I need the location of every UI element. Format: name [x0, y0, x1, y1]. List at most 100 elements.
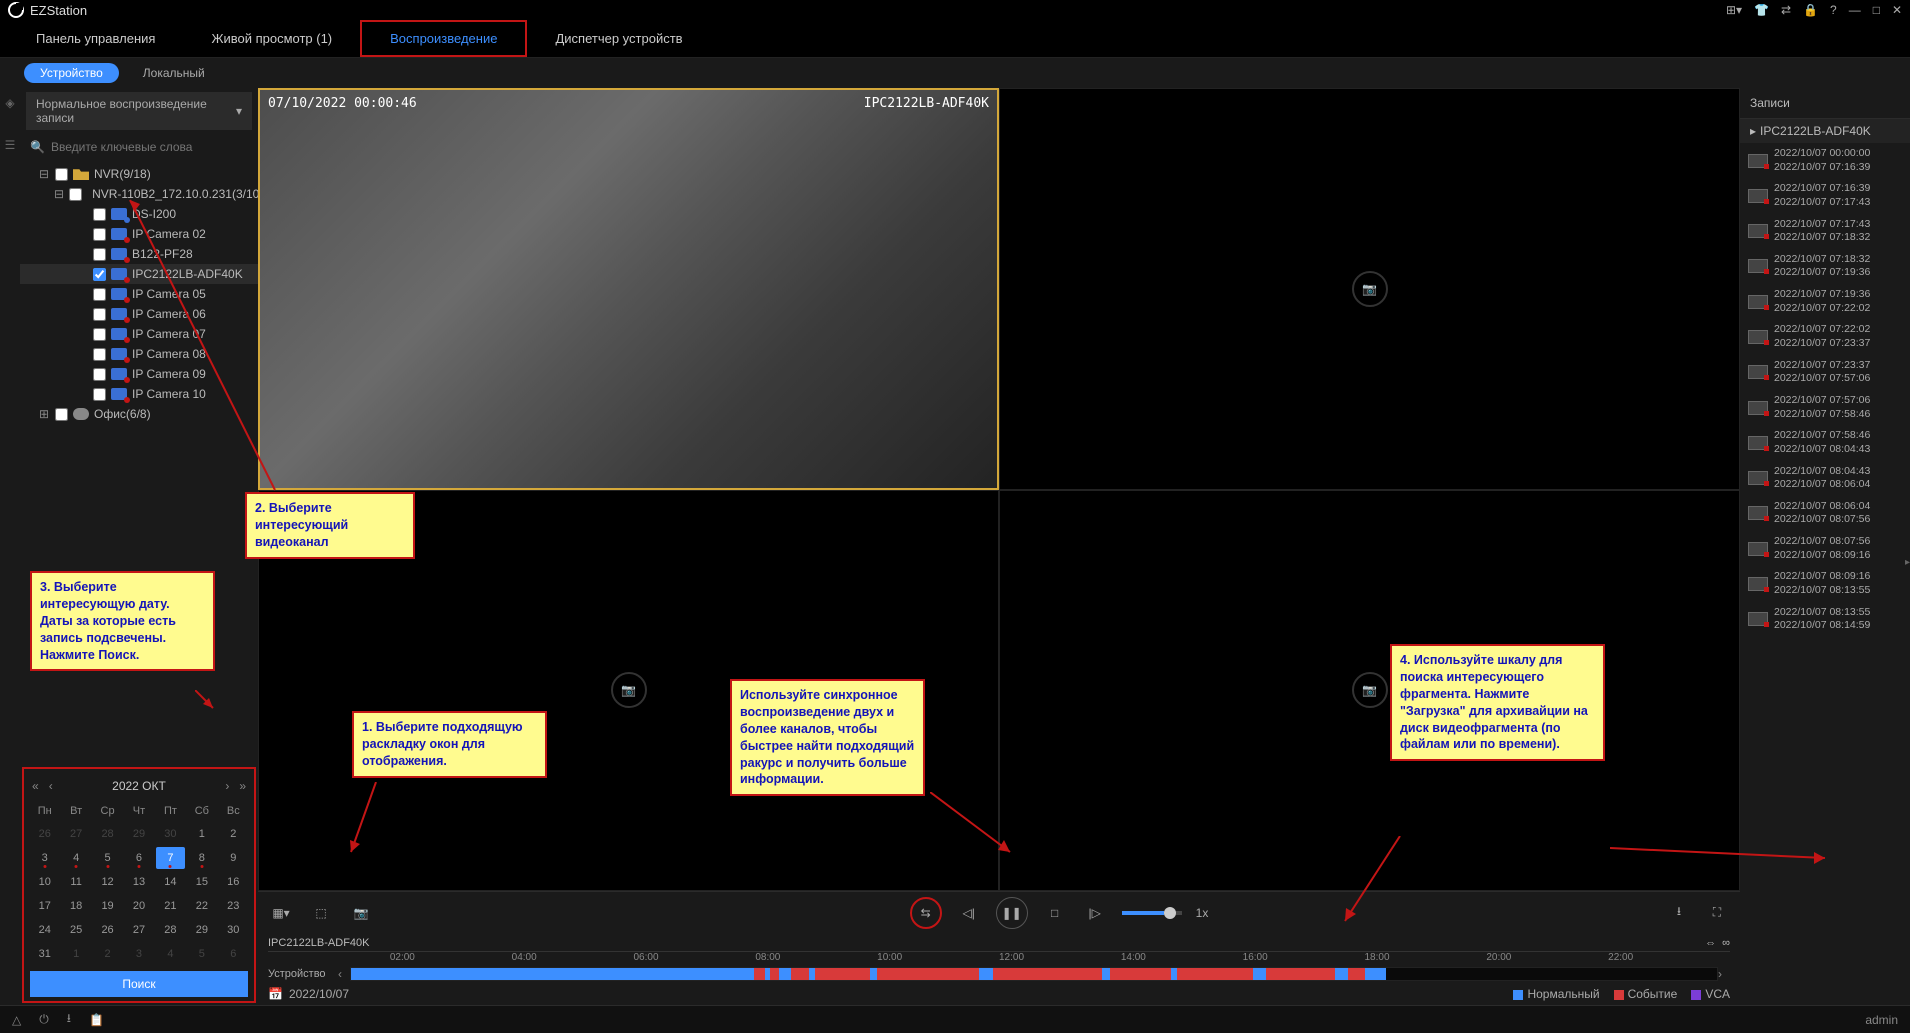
- calendar-day[interactable]: 28: [156, 919, 185, 941]
- calendar-day[interactable]: 24: [30, 919, 59, 941]
- clipboard-icon[interactable]: 📋: [89, 1013, 104, 1027]
- step-back-button[interactable]: ◁|: [956, 900, 982, 926]
- layout-icon[interactable]: ⊞▾: [1726, 3, 1742, 17]
- calendar-day[interactable]: 26: [30, 823, 59, 845]
- expand-icon[interactable]: ⊞: [38, 407, 50, 421]
- calendar-day[interactable]: 1: [61, 943, 90, 965]
- lock-icon[interactable]: 🔒: [1803, 3, 1818, 17]
- step-forward-button[interactable]: |▷: [1082, 900, 1108, 926]
- calendar-day[interactable]: 30: [219, 919, 248, 941]
- record-item[interactable]: 2022/10/07 07:22:022022/10/07 07:23:37: [1740, 319, 1910, 354]
- video-cell-2[interactable]: 📷: [999, 88, 1740, 490]
- tree-checkbox[interactable]: [93, 288, 106, 301]
- sync-playback-button[interactable]: ⇆: [910, 897, 942, 929]
- calendar-day[interactable]: 11: [61, 871, 90, 893]
- power-icon[interactable]: ⏻: [39, 1012, 49, 1027]
- collapse-icon[interactable]: ⊟: [38, 167, 50, 181]
- tab-control-panel[interactable]: Панель управления: [8, 20, 183, 57]
- record-item[interactable]: 2022/10/07 07:58:462022/10/07 08:04:43: [1740, 425, 1910, 460]
- calendar-day[interactable]: 1: [187, 823, 216, 845]
- tree-checkbox[interactable]: [55, 168, 68, 181]
- calendar-day[interactable]: 5: [187, 943, 216, 965]
- cal-next-month-icon[interactable]: ›: [225, 779, 229, 793]
- calendar-day[interactable]: 8: [187, 847, 216, 869]
- record-item[interactable]: 2022/10/07 08:13:552022/10/07 08:14:59: [1740, 602, 1910, 637]
- tree-camera-row[interactable]: IPC2122LB-ADF40K: [20, 264, 258, 284]
- calendar-search-button[interactable]: Поиск: [30, 971, 248, 997]
- search-input[interactable]: [51, 140, 248, 154]
- tree-checkbox[interactable]: [93, 268, 106, 281]
- tree-checkbox[interactable]: [93, 348, 106, 361]
- records-camera-header[interactable]: ▸IPC2122LB-ADF40K: [1740, 119, 1910, 143]
- cal-prev-year-icon[interactable]: «: [32, 779, 39, 793]
- record-item[interactable]: 2022/10/07 08:07:562022/10/07 08:09:16: [1740, 531, 1910, 566]
- playback-mode-dropdown[interactable]: Нормальное воспроизведение записи ▾: [26, 92, 252, 130]
- timeline-date[interactable]: 📅2022/10/07: [268, 987, 349, 1001]
- record-item[interactable]: 2022/10/07 08:09:162022/10/07 08:13:55: [1740, 566, 1910, 601]
- timeline-track[interactable]: [350, 967, 1718, 981]
- calendar-day[interactable]: 7: [156, 847, 185, 869]
- tree-office[interactable]: ⊞ Офис(6/8): [20, 404, 258, 424]
- calendar-day[interactable]: 22: [187, 895, 216, 917]
- calendar-day[interactable]: 30: [156, 823, 185, 845]
- video-cell-4[interactable]: 📷: [999, 490, 1740, 892]
- tree-nvr-device[interactable]: ⊟ NVR-110B2_172.10.0.231(3/10): [20, 184, 258, 204]
- calendar-day[interactable]: 27: [124, 919, 153, 941]
- download-status-icon[interactable]: ⭳: [67, 1009, 71, 1030]
- record-item[interactable]: 2022/10/07 07:57:062022/10/07 07:58:46: [1740, 390, 1910, 425]
- tab-device-manager[interactable]: Диспетчер устройств: [527, 20, 710, 57]
- switch-icon[interactable]: ⇄: [1781, 3, 1791, 17]
- tree-checkbox[interactable]: [93, 208, 106, 221]
- speed-slider[interactable]: [1122, 911, 1182, 915]
- collapse-icon[interactable]: ⊟: [54, 187, 64, 201]
- record-item[interactable]: 2022/10/07 08:06:042022/10/07 08:07:56: [1740, 496, 1910, 531]
- record-item[interactable]: 2022/10/07 00:00:002022/10/07 07:16:39: [1740, 143, 1910, 178]
- tab-playback[interactable]: Воспроизведение: [360, 20, 527, 57]
- tree-checkbox[interactable]: [93, 308, 106, 321]
- tree-checkbox[interactable]: [93, 328, 106, 341]
- timeline-link-icon[interactable]: ⇔: [1705, 937, 1716, 949]
- maximize-icon[interactable]: □: [1873, 3, 1880, 17]
- calendar-day[interactable]: 2: [219, 823, 248, 845]
- calendar-day[interactable]: 17: [30, 895, 59, 917]
- calendar-day[interactable]: 15: [187, 871, 216, 893]
- calendar-day[interactable]: 28: [93, 823, 122, 845]
- calendar-day[interactable]: 29: [187, 919, 216, 941]
- calendar-day[interactable]: 25: [61, 919, 90, 941]
- subtab-local[interactable]: Локальный: [127, 63, 221, 83]
- scroll-arrow-icon[interactable]: ▸: [1905, 557, 1910, 568]
- tree-camera-row[interactable]: IP Camera 08: [20, 344, 258, 364]
- tree-camera-row[interactable]: IP Camera 10: [20, 384, 258, 404]
- record-item[interactable]: 2022/10/07 07:19:362022/10/07 07:22:02: [1740, 284, 1910, 319]
- stop-button[interactable]: □: [1042, 900, 1068, 926]
- corridor-button[interactable]: ⬚: [308, 900, 334, 926]
- record-item[interactable]: 2022/10/07 07:17:432022/10/07 07:18:32: [1740, 214, 1910, 249]
- list-icon[interactable]: ☰: [5, 138, 16, 152]
- calendar-day[interactable]: 6: [219, 943, 248, 965]
- tag-icon[interactable]: ◈: [5, 96, 14, 110]
- calendar-day[interactable]: 14: [156, 871, 185, 893]
- calendar-day[interactable]: 19: [93, 895, 122, 917]
- calendar-day[interactable]: 27: [61, 823, 90, 845]
- record-item[interactable]: 2022/10/07 07:23:372022/10/07 07:57:06: [1740, 355, 1910, 390]
- tree-camera-row[interactable]: IP Camera 02: [20, 224, 258, 244]
- layout-grid-button[interactable]: ▦▾: [268, 900, 294, 926]
- calendar-day[interactable]: 20: [124, 895, 153, 917]
- tree-checkbox[interactable]: [93, 228, 106, 241]
- tree-camera-row[interactable]: IP Camera 09: [20, 364, 258, 384]
- tree-camera-row[interactable]: IP Camera 06: [20, 304, 258, 324]
- snapshot-button[interactable]: 📷: [348, 900, 374, 926]
- calendar-day[interactable]: 4: [61, 847, 90, 869]
- calendar-day[interactable]: 12: [93, 871, 122, 893]
- calendar-day[interactable]: 29: [124, 823, 153, 845]
- tree-camera-row[interactable]: B122-PF28: [20, 244, 258, 264]
- tree-camera-row[interactable]: IP Camera 05: [20, 284, 258, 304]
- calendar-day[interactable]: 3: [30, 847, 59, 869]
- record-item[interactable]: 2022/10/07 07:18:322022/10/07 07:19:36: [1740, 249, 1910, 284]
- tree-camera-row[interactable]: IP Camera 07: [20, 324, 258, 344]
- tree-checkbox[interactable]: [93, 368, 106, 381]
- tree-checkbox[interactable]: [55, 408, 68, 421]
- calendar-day[interactable]: 4: [156, 943, 185, 965]
- calendar-day[interactable]: 26: [93, 919, 122, 941]
- timeline-next-icon[interactable]: ›: [1718, 967, 1730, 981]
